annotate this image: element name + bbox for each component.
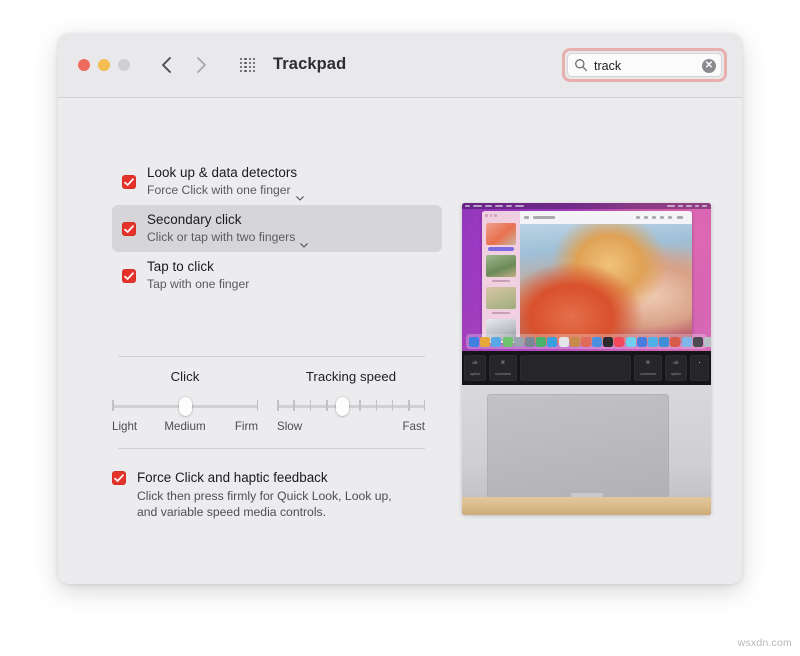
preview-selected-label [488, 247, 514, 251]
preview-photos-sidebar [482, 211, 521, 343]
checkbox-look-up[interactable] [122, 175, 136, 189]
option-text-secondary-click: Secondary click Click or tap with two fi… [147, 211, 432, 245]
preview-photo-two-women [520, 224, 692, 343]
option-title: Look up & data detectors [147, 164, 432, 181]
preview-menubar [462, 203, 711, 209]
forward-button[interactable] [192, 51, 210, 79]
checkbox-tap-to-click[interactable] [122, 269, 136, 283]
preview-photos-app-window [482, 211, 692, 343]
slider-group-click: Click Light Medium Firm [112, 369, 258, 435]
force-click-section: Force Click and haptic feedback Click th… [112, 469, 442, 520]
preview-key-spacebar [520, 355, 631, 381]
divider-top [118, 356, 425, 357]
option-subtitle-row[interactable]: Click or tap with two fingers [147, 229, 432, 245]
preview-thumb-caption [492, 312, 510, 314]
checkbox-secondary-click[interactable] [122, 222, 136, 236]
chevron-down-icon[interactable] [296, 189, 304, 194]
preview-key-arrow: ▪ [690, 355, 709, 381]
option-row-tap-to-click[interactable]: Tap to click Tap with one finger [112, 252, 442, 299]
slider-knob-tracking-speed[interactable] [336, 397, 349, 416]
trackpad-preview-image: alt option ⌘ command ⌘ command alt opti [462, 203, 711, 515]
preview-photos-traffic-lights [485, 214, 497, 217]
preview-key-option-left: alt option [464, 355, 486, 381]
option-subtitle-row: Tap with one finger [147, 276, 432, 292]
slider-label-tracking-speed: Tracking speed [277, 369, 425, 384]
preferences-panel: Look up & data detectors Force Click wit… [80, 111, 720, 511]
option-subtitle: Click or tap with two fingers [147, 229, 295, 245]
preview-key-command-left: ⌘ command [489, 355, 517, 381]
navigation-arrows [158, 51, 210, 79]
search-icon [574, 58, 588, 72]
preview-photos-main [520, 211, 692, 343]
divider-bottom [118, 448, 425, 449]
option-text-look-up: Look up & data detectors Force Click wit… [147, 164, 432, 198]
slider-label-firm: Firm [235, 420, 258, 433]
window-titlebar: Trackpad track ✕ [58, 33, 742, 98]
search-value: track [594, 58, 621, 74]
preview-thumbnail [486, 287, 516, 309]
preview-key-command-right: ⌘ command [634, 355, 662, 381]
slider-knob-click[interactable] [179, 397, 192, 416]
slider-label-slow: Slow [277, 420, 302, 433]
option-title: Tap to click [147, 258, 432, 275]
page-title: Trackpad [273, 55, 346, 74]
screenshot-root: Trackpad track ✕ Point & Click Scroll & … [0, 0, 800, 656]
slider-ticks-tracking-speed [277, 400, 425, 412]
back-button[interactable] [158, 51, 176, 79]
preview-wooden-desk [462, 497, 711, 515]
watermark: wsxdn.com [738, 637, 792, 649]
close-button[interactable] [78, 59, 90, 71]
option-subtitle: Force Click with one finger [147, 182, 291, 198]
minimize-button[interactable] [98, 59, 110, 71]
chevron-down-icon[interactable] [300, 236, 308, 241]
clear-search-icon[interactable]: ✕ [702, 59, 716, 73]
options-list: Look up & data detectors Force Click wit… [112, 158, 442, 299]
search-input[interactable]: track ✕ [567, 53, 722, 77]
slider-label-click: Click [112, 369, 258, 384]
preview-key-option-right: alt option [665, 355, 687, 381]
show-all-grid-icon[interactable] [240, 58, 256, 73]
option-subtitle: Tap with one finger [147, 276, 249, 292]
zoom-button-disabled [118, 59, 130, 71]
preview-keyboard-row: alt option ⌘ command ⌘ command alt opti [462, 351, 711, 385]
option-row-look-up[interactable]: Look up & data detectors Force Click wit… [112, 158, 442, 205]
option-row-secondary-click[interactable]: Secondary click Click or tap with two fi… [112, 205, 442, 252]
slider-label-medium: Medium [164, 420, 205, 433]
option-text-tap-to-click: Tap to click Tap with one finger [147, 258, 432, 292]
force-click-description: Click then press firmly for Quick Look, … [137, 489, 442, 520]
preview-dock [466, 334, 707, 349]
option-title: Secondary click [147, 211, 432, 228]
force-click-description-line2: and variable speed media controls. [137, 505, 442, 521]
slider-track-tracking-speed[interactable] [277, 397, 425, 415]
preview-trackpad-surface [487, 394, 669, 504]
slider-track-click[interactable] [112, 397, 258, 415]
system-preferences-window: Trackpad track ✕ Point & Click Scroll & … [58, 33, 742, 584]
slider-endlabels-tracking-speed: Slow Fast [277, 420, 425, 435]
force-click-title: Force Click and haptic feedback [137, 469, 442, 486]
slider-endlabels-click: Light Medium Firm [112, 420, 258, 435]
force-click-description-line1: Click then press firmly for Quick Look, … [137, 489, 442, 505]
checkbox-force-click[interactable] [112, 471, 126, 485]
preview-macbook-screen [462, 203, 711, 351]
traffic-lights [78, 59, 130, 71]
option-subtitle-row[interactable]: Force Click with one finger [147, 182, 432, 198]
slider-label-light: Light [112, 420, 137, 433]
preview-thumbnail [486, 255, 516, 277]
preview-thumb-caption [492, 280, 510, 282]
slider-group-tracking-speed: Tracking speed [277, 369, 425, 435]
preview-photos-toolbar [520, 211, 692, 225]
search-highlight-ring: track ✕ [562, 48, 727, 82]
slider-label-fast: Fast [402, 420, 425, 433]
preview-thumbnail [486, 223, 516, 245]
